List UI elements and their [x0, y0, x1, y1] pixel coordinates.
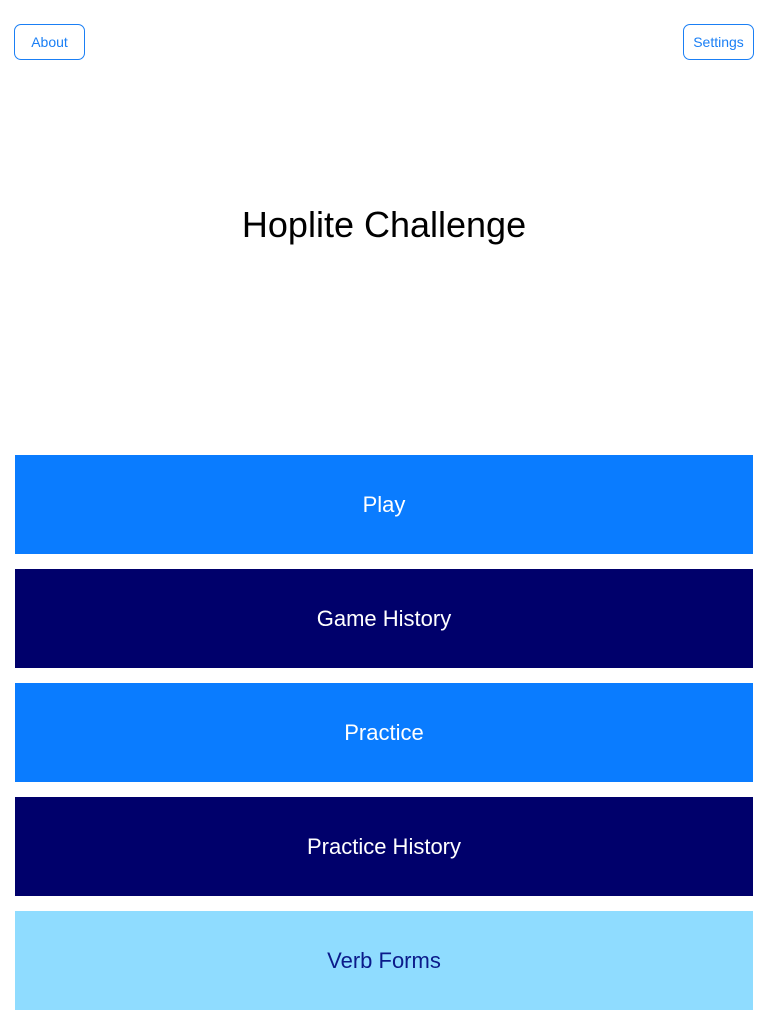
app-title: Hoplite Challenge [241, 204, 527, 245]
settings-button[interactable]: Settings [683, 24, 754, 60]
about-button[interactable]: About [14, 24, 85, 60]
game-history-button[interactable]: Game History [15, 569, 753, 668]
verb-forms-button[interactable]: Verb Forms [15, 911, 753, 1010]
main-menu-screen: About Settings Hoplite Challenge Play Ga… [0, 0, 768, 1024]
practice-history-button[interactable]: Practice History [15, 797, 753, 896]
play-button[interactable]: Play [15, 455, 753, 554]
practice-button[interactable]: Practice [15, 683, 753, 782]
main-menu: Play Game History Practice Practice Hist… [15, 455, 753, 1024]
